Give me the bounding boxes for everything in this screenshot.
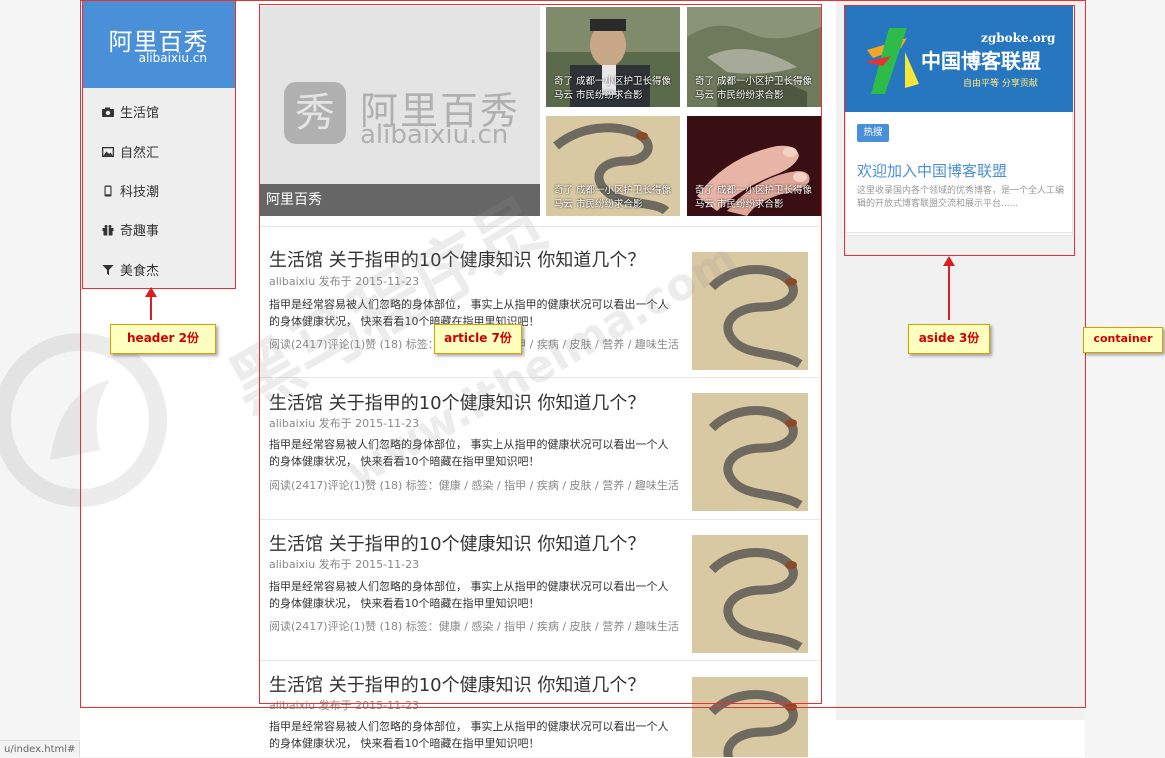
aside-outline bbox=[844, 5, 1075, 256]
header-annotation: header 2份 bbox=[110, 324, 216, 354]
article-annotation: article 7份 bbox=[434, 324, 522, 354]
status-bar-url: u/index.html# bbox=[0, 740, 80, 757]
arrow-shaft bbox=[948, 265, 950, 320]
header-outline bbox=[82, 0, 236, 289]
article-outline bbox=[259, 4, 822, 704]
arrow-shaft bbox=[150, 296, 152, 320]
container-annotation: container bbox=[1083, 327, 1163, 353]
aside-annotation: aside 3份 bbox=[908, 324, 990, 354]
post-excerpt: 指甲是经常容易被人们忽略的身体部位， 事实上从指甲的健康状况可以看出一个人的身体… bbox=[269, 720, 669, 750]
